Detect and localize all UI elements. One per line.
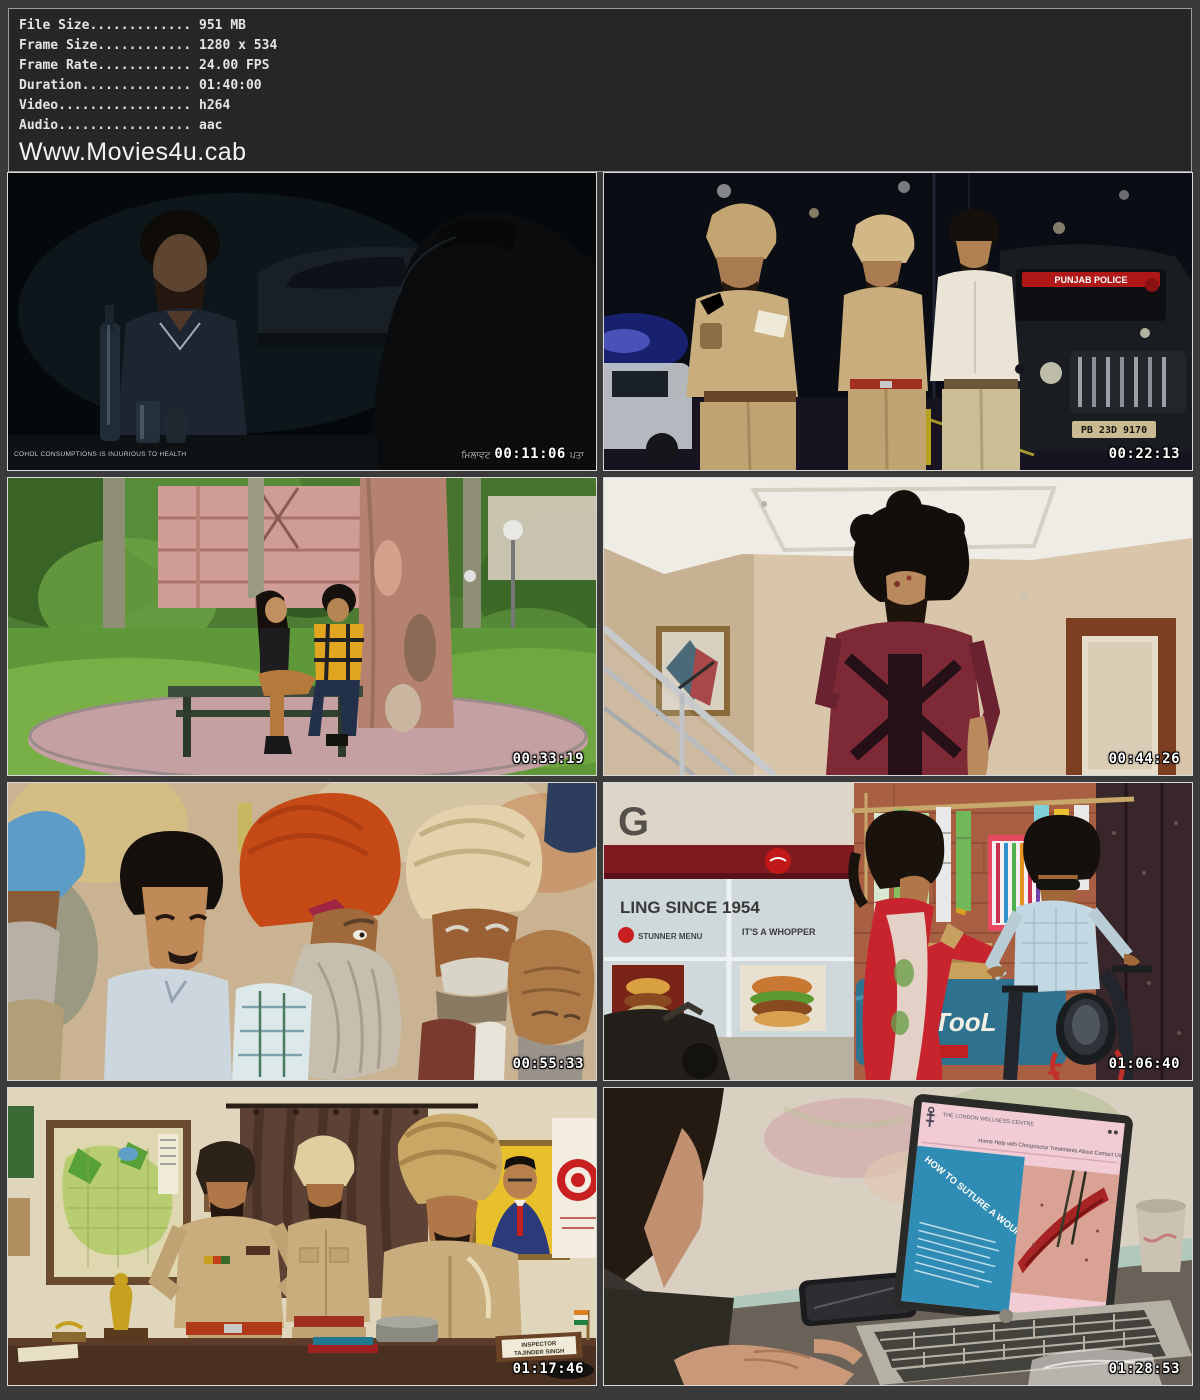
police-office-illustration: INSPECTOR TAJINDER SINGH [8,1088,596,1385]
night-police-illustration: PUNJAB POLICE PB 23D 9170 [604,173,1192,470]
timestamp-2: 00:22:13 [1109,446,1180,462]
laptop-suture-illustration: THE LONDON WELLNESS CENTRE Home Help wit… [604,1088,1192,1385]
file-size-line: File Size............. 951 MB [19,16,1181,36]
hand [674,1345,858,1385]
timestamp-4: 00:44:26 [1109,751,1180,767]
storefront-letter: G [618,800,649,844]
screenshot-laptop-suture: THE LONDON WELLNESS CENTRE Home Help wit… [603,1087,1193,1386]
street-market-illustration: G LING SINCE 1954 STUNNER MENU IT'S A WH… [604,783,1192,1080]
timestamp-6: 01:06:40 [1109,1056,1180,1072]
storefront-sign-text: LING SINCE 1954 [620,898,760,917]
screenshot-staircase: 00:44:26 [603,477,1193,776]
frame-rate-line: Frame Rate............ 24.00 FPS [19,56,1181,76]
bar-night-illustration [8,173,596,470]
cart-text: TooL [934,1007,997,1037]
license-plate-text: PB 23D 9170 [1081,425,1147,436]
screenshot-night-police: PUNJAB POLICE PB 23D 9170 [603,172,1193,471]
big-tree-trunk [358,478,454,732]
crest-poster [552,1118,596,1258]
subtitle-fragment-left: ਮਿਲਾਵਟ [462,450,491,461]
subtitle-and-timestamp: ਮਿਲਾਵਟ 00:11:06 ਪਤਾ [462,446,584,462]
timestamp-1: 00:11:06 [494,446,565,462]
concrete-circle [28,692,588,775]
police-suv: PUNJAB POLICE PB 23D 9170 [996,244,1192,451]
subtitle-fragment-right: ਪਤਾ [570,450,584,461]
site-watermark: Www.Movies4u.cab [19,136,1181,168]
frame-size-line: Frame Size............ 1280 x 534 [19,36,1181,56]
screenshot-bar-night: COHOL CONSUMPTIONS IS INJURIOUS TO HEALT… [7,172,597,471]
screenshot-grid: COHOL CONSUMPTIONS IS INJURIOUS TO HEALT… [7,172,1193,1386]
police-van-banner-text: PUNJAB POLICE [1054,275,1127,285]
screenshot-sikh-crowd: 00:55:33 [7,782,597,1081]
video-codec-line: Video................. h264 [19,96,1181,116]
staircase-illustration [604,478,1192,775]
screenshot-street-market: G LING SINCE 1954 STUNNER MENU IT'S A WH… [603,782,1193,1081]
park-bench-illustration [8,478,596,775]
paper-cup [1136,1199,1186,1272]
timestamp-7: 01:17:46 [513,1361,584,1377]
menu-poster-text: STUNNER MENU [638,932,703,941]
desk-nameplate: INSPECTOR TAJINDER SINGH [495,1332,582,1362]
suv-grille [1070,351,1186,413]
audio-codec-line: Audio................. aac [19,116,1181,136]
laptop-screen: THE LONDON WELLNESS CENTRE Home Help wit… [892,1093,1133,1331]
timestamp-5: 00:55:33 [513,1056,584,1072]
timestamp-8: 01:28:53 [1109,1361,1180,1377]
timestamp-3: 00:33:19 [513,751,584,767]
screenshot-park-bench: 00:33:19 [7,477,597,776]
statutory-warning-text: COHOL CONSUMPTIONS IS INJURIOUS TO HEALT… [14,451,186,458]
file-info-panel: File Size............. 951 MB Frame Size… [8,8,1192,172]
wound-photo [1011,1165,1120,1302]
whopper-poster-text: IT'S A WHOPPER [742,927,816,937]
duration-line: Duration.............. 01:40:00 [19,76,1181,96]
sikh-crowd-illustration [8,783,596,1080]
screenshot-police-office: INSPECTOR TAJINDER SINGH 01:17:46 [7,1087,597,1386]
